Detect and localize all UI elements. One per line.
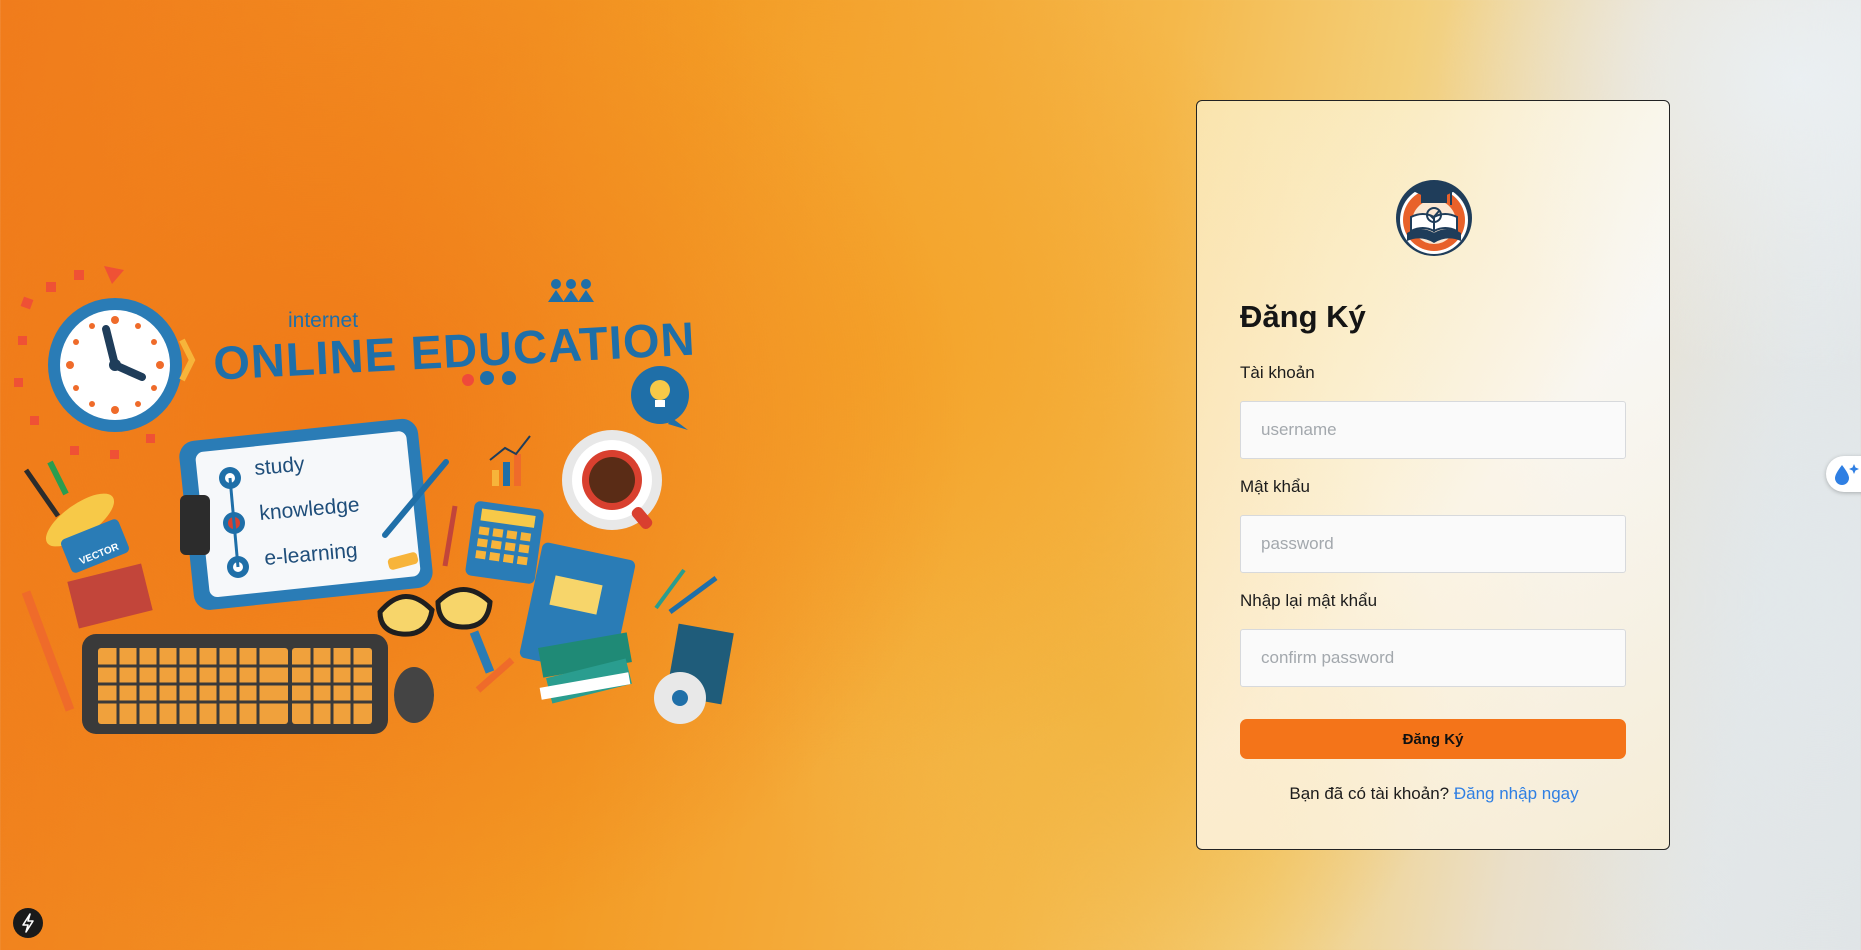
illustration-graphic: internet ONLINE EDUCATION study knowledg… [14, 266, 734, 734]
bar-chart-icon [489, 435, 531, 486]
register-submit-button[interactable]: Đăng Ký [1240, 719, 1626, 759]
confirm-password-input[interactable] [1240, 629, 1626, 687]
illustration-subheading: internet [288, 309, 358, 332]
online-education-illustration: internet ONLINE EDUCATION study knowledg… [0, 240, 760, 760]
corner-action-button[interactable] [13, 908, 43, 938]
login-prompt-text: Bạn đã có tài khoản? [1289, 784, 1450, 803]
keyboard-icon [82, 634, 388, 734]
clipboard-icon: study knowledge e-learning [179, 418, 449, 610]
calculator-icon [465, 501, 544, 584]
clipboard-item: study [253, 453, 306, 480]
username-input[interactable] [1240, 401, 1626, 459]
glasses-icon [377, 587, 493, 637]
graduation-book-logo-icon [1393, 175, 1475, 257]
password-label: Mật khẩu [1240, 477, 1310, 496]
water-drop-sparkle-icon [1835, 464, 1859, 485]
login-prompt: Bạn đã có tài khoản? Đăng nhập ngay [1197, 784, 1671, 804]
coffee-cup-icon [562, 430, 662, 530]
mouse-icon [394, 667, 434, 723]
password-input[interactable] [1240, 515, 1626, 573]
clock-icon [48, 298, 196, 432]
login-now-link[interactable]: Đăng nhập ngay [1454, 784, 1579, 803]
illustration-heading: ONLINE EDUCATION [212, 312, 697, 390]
register-card: Đăng Ký Tài khoản Mật khẩu Nhập lại mật … [1196, 100, 1670, 850]
floating-side-widget[interactable] [1826, 456, 1861, 492]
lightning-icon [22, 913, 34, 933]
username-label: Tài khoản [1240, 363, 1315, 382]
lightbulb-bubble-icon [631, 366, 689, 430]
confirm-password-label: Nhập lại mật khẩu [1240, 591, 1378, 610]
register-title: Đăng Ký [1240, 299, 1366, 334]
